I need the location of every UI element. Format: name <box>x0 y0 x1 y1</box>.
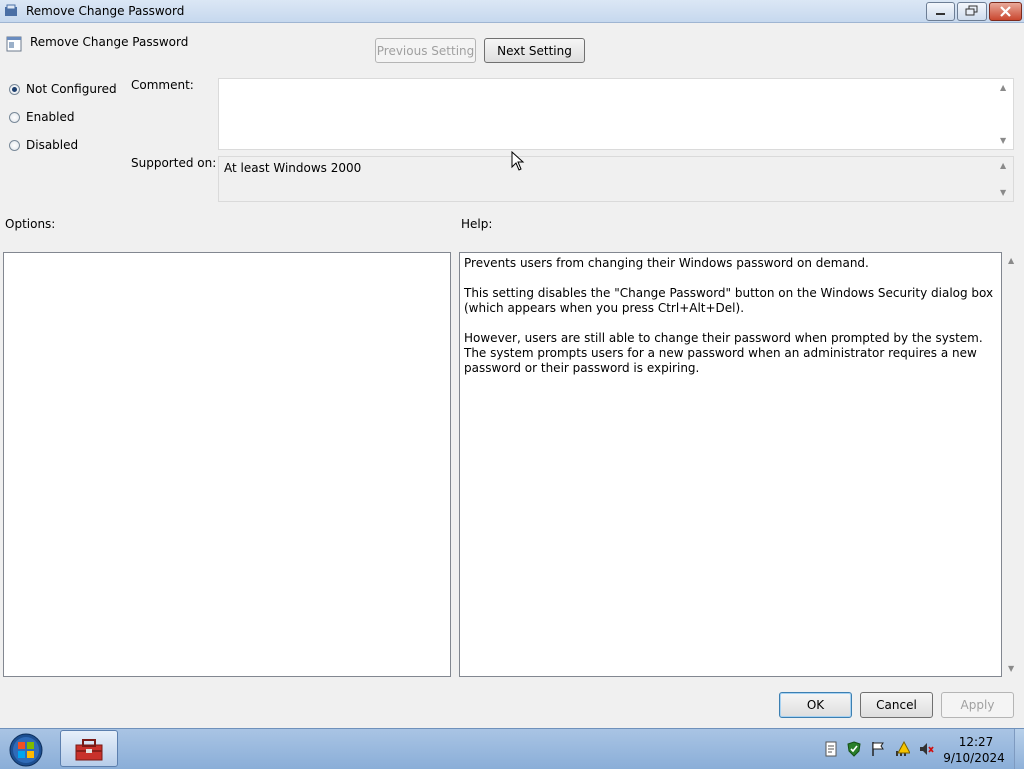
supported-on-value: At least Windows 2000 <box>224 161 362 175</box>
action-center-flag-icon[interactable] <box>870 741 886 757</box>
comment-label: Comment: <box>131 78 194 92</box>
minimize-icon <box>936 13 945 15</box>
cancel-button[interactable]: Cancel <box>860 692 933 718</box>
scroll-down-icon[interactable]: ▼ <box>1000 136 1006 145</box>
enabled-label: Enabled <box>26 110 75 124</box>
toolbox-icon <box>75 739 103 761</box>
group-policy-icon <box>5 4 17 16</box>
comment-textarea[interactable]: ▲ ▼ <box>218 78 1014 150</box>
scroll-up-icon[interactable]: ▲ <box>1000 83 1006 92</box>
show-desktop-button[interactable] <box>1014 729 1024 769</box>
clock-time[interactable]: 12:27 <box>956 735 996 749</box>
next-setting-button[interactable]: Next Setting <box>484 38 585 63</box>
minimize-button[interactable] <box>926 2 955 21</box>
restore-icon <box>965 5 978 16</box>
scroll-down-icon[interactable]: ▼ <box>1008 664 1014 673</box>
policy-name: Remove Change Password <box>30 35 189 49</box>
supported-on-box: At least Windows 2000 ▲ ▼ <box>218 156 1014 202</box>
close-icon <box>1000 6 1011 17</box>
enabled-radio[interactable]: Enabled <box>9 110 129 126</box>
volume-muted-icon[interactable] <box>918 741 934 757</box>
help-label: Help: <box>461 217 493 231</box>
mouse-cursor-icon <box>511 151 525 171</box>
disabled-label: Disabled <box>26 138 79 152</box>
supported-scrollbar[interactable]: ▲ ▼ <box>996 157 1013 201</box>
taskbar: 12:27 9/10/2024 <box>0 728 1024 769</box>
window-title: Remove Change Password <box>26 4 185 18</box>
help-paragraph: This setting disables the "Change Passwo… <box>464 286 994 315</box>
maximize-button[interactable] <box>957 2 987 21</box>
document-icon[interactable] <box>823 741 839 757</box>
close-button[interactable] <box>989 2 1022 21</box>
security-shield-icon[interactable] <box>846 741 862 757</box>
comment-scrollbar[interactable]: ▲ ▼ <box>996 79 1013 149</box>
help-scrollbar[interactable]: ▲ ▼ <box>1004 252 1021 677</box>
title-bar[interactable]: Remove Change Password <box>0 0 1024 23</box>
help-pane[interactable]: Prevents users from changing their Windo… <box>459 252 1002 677</box>
options-pane <box>3 252 451 677</box>
radio-circle <box>9 140 20 151</box>
disabled-radio[interactable]: Disabled <box>9 138 129 154</box>
taskbar-item-group-policy[interactable] <box>60 730 118 767</box>
start-button[interactable] <box>6 732 46 768</box>
previous-setting-button[interactable]: Previous Setting <box>375 38 476 63</box>
scroll-up-icon[interactable]: ▲ <box>1008 256 1014 265</box>
radio-circle <box>9 112 20 123</box>
clock-date[interactable]: 9/10/2024 <box>942 751 1006 765</box>
ok-button[interactable]: OK <box>779 692 852 718</box>
apply-button[interactable]: Apply <box>941 692 1014 718</box>
options-label: Options: <box>5 217 56 231</box>
radio-circle <box>9 84 20 95</box>
not-configured-radio[interactable]: Not Configured <box>9 82 129 98</box>
not-configured-label: Not Configured <box>26 82 117 96</box>
radio-selected-dot <box>12 87 17 92</box>
policy-setting-icon <box>6 36 22 52</box>
help-paragraph: However, users are still able to change … <box>464 331 983 375</box>
supported-on-label: Supported on: <box>131 156 217 170</box>
network-icon[interactable] <box>894 741 910 757</box>
help-paragraph: Prevents users from changing their Windo… <box>464 256 869 270</box>
scroll-up-icon[interactable]: ▲ <box>1000 161 1006 170</box>
scroll-down-icon[interactable]: ▼ <box>1000 188 1006 197</box>
